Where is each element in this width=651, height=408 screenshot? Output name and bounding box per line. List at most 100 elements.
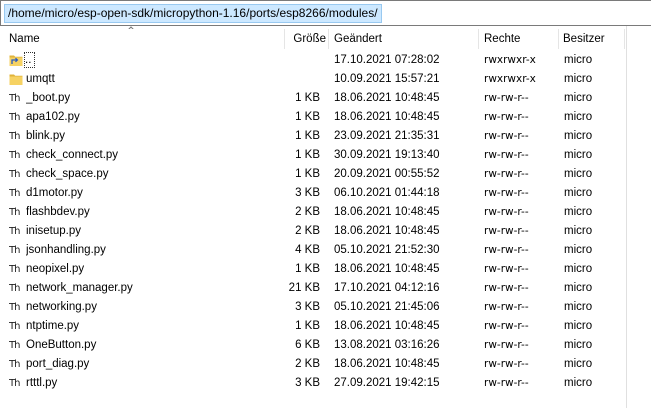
parent-folder-icon	[9, 51, 23, 70]
file-name: umqtt	[26, 73, 55, 85]
file-row[interactable]: Th jsonhandling.py 4 KB 05.10.2021 21:52:30…	[0, 241, 651, 260]
python-file-icon: Th	[9, 127, 23, 146]
file-permissions: rw-rw-r--	[484, 282, 529, 294]
python-file-icon: Th	[9, 260, 23, 279]
python-file-icon: Th	[9, 374, 23, 393]
file-permissions: rw-rw-r--	[484, 168, 529, 180]
file-owner: micro	[564, 263, 593, 275]
column-permissions[interactable]: Rechte	[484, 29, 554, 49]
python-file-icon: Th	[9, 146, 23, 165]
file-type-glyph: Th	[9, 321, 20, 332]
file-row[interactable]: Th blink.py 1 KB 23.09.2021 21:35:31 rw-rw-r…	[0, 127, 651, 146]
file-size: 3 KB	[295, 301, 320, 313]
file-modified: 18.06.2021 10:48:45	[334, 92, 440, 104]
python-file-icon: Th	[9, 203, 23, 222]
file-owner: micro	[564, 225, 593, 237]
file-permissions: rw-rw-r--	[484, 301, 529, 313]
file-type-glyph: Th	[9, 264, 20, 275]
file-row[interactable]: Th networking.py 3 KB 05.10.2021 21:45:06 rw…	[0, 298, 651, 317]
file-size: 2 KB	[295, 225, 320, 237]
file-size: 21 KB	[288, 282, 320, 294]
file-permissions: rw-rw-r--	[484, 92, 529, 104]
file-modified: 06.10.2021 01:44:18	[334, 187, 440, 199]
file-type-glyph: Th	[9, 283, 20, 294]
file-row[interactable]: Th _boot.py 1 KB 18.06.2021 10:48:45 rw-rw-r…	[0, 89, 651, 108]
file-row[interactable]: Th rtttl.py 3 KB 27.09.2021 19:42:15 rw-rw-r…	[0, 374, 651, 393]
file-row[interactable]: Th port_diag.py 2 KB 18.06.2021 10:48:45 rw-…	[0, 355, 651, 374]
file-row[interactable]: Th check_connect.py 1 KB 30.09.2021 19:13:4…	[0, 146, 651, 165]
file-type-glyph: Th	[9, 378, 20, 389]
file-type-glyph: Th	[9, 131, 20, 142]
file-type-glyph: Th	[9, 112, 20, 123]
file-permissions: rw-rw-r--	[484, 358, 529, 370]
file-owner: micro	[564, 73, 593, 85]
file-owner: micro	[564, 377, 593, 389]
file-owner: micro	[564, 301, 593, 313]
file-owner: micro	[564, 54, 593, 66]
file-modified: 30.09.2021 19:13:40	[334, 149, 440, 161]
file-size	[286, 70, 320, 89]
file-name: port_diag.py	[26, 358, 90, 370]
file-row[interactable]: umqtt 10.09.2021 15:57:21 rwxrwxr-x micro	[0, 70, 651, 89]
file-permissions: rw-rw-r--	[484, 130, 529, 142]
file-name: inisetup.py	[26, 225, 81, 237]
file-size: 3 KB	[295, 377, 320, 389]
column-divider[interactable]	[284, 29, 285, 49]
file-size: 4 KB	[295, 244, 320, 256]
column-owner[interactable]: Besitzer	[563, 29, 623, 49]
column-modified[interactable]: Geändert	[334, 29, 474, 49]
file-modified: 17.10.2021 07:28:02	[334, 54, 440, 66]
file-row[interactable]: Th flashbdev.py 2 KB 18.06.2021 10:48:45 rw-…	[0, 203, 651, 222]
file-row[interactable]: Th network_manager.py 21 KB 17.10.2021 04:1…	[0, 279, 651, 298]
file-name: d1motor.py	[26, 187, 83, 199]
file-size: 2 KB	[295, 358, 320, 370]
column-divider[interactable]	[328, 29, 329, 49]
file-modified: 18.06.2021 10:48:45	[334, 263, 440, 275]
python-file-icon: Th	[9, 165, 23, 184]
file-modified: 18.06.2021 10:48:45	[334, 320, 440, 332]
file-row[interactable]: Th ntptime.py 1 KB 18.06.2021 10:48:45 rw-rw…	[0, 317, 651, 336]
column-size[interactable]: Größe	[286, 29, 326, 49]
file-owner: micro	[564, 187, 593, 199]
file-permissions: rw-rw-r--	[484, 111, 529, 123]
file-size: 1 KB	[295, 263, 320, 275]
file-owner: micro	[564, 92, 593, 104]
file-modified: 13.08.2021 03:16:26	[334, 339, 440, 351]
file-permissions: rw-rw-r--	[484, 206, 529, 218]
file-size: 3 KB	[295, 187, 320, 199]
file-type-glyph: Th	[9, 169, 20, 180]
file-row[interactable]: Th OneButton.py 6 KB 13.08.2021 03:16:26 rw-…	[0, 336, 651, 355]
file-name: networking.py	[26, 301, 97, 313]
file-size: 1 KB	[295, 320, 320, 332]
path-text[interactable]: /home/micro/esp-open-sdk/micropython-1.1…	[4, 4, 382, 23]
column-name[interactable]: Name	[9, 29, 279, 49]
python-file-icon: Th	[9, 298, 23, 317]
file-owner: micro	[564, 130, 593, 142]
column-divider[interactable]	[624, 29, 625, 49]
file-size: 1 KB	[295, 130, 320, 142]
file-list: .. 17.10.2021 07:28:02 rwxrwxr-x micro umqtt…	[0, 49, 651, 408]
file-modified: 20.09.2021 00:55:52	[334, 168, 440, 180]
file-row[interactable]: Th check_space.py 1 KB 20.09.2021 00:55:52 r…	[0, 165, 651, 184]
file-name: blink.py	[26, 130, 65, 142]
file-name: neopixel.py	[26, 263, 85, 275]
file-row[interactable]: .. 17.10.2021 07:28:02 rwxrwxr-x micro	[0, 51, 651, 70]
file-row[interactable]: Th apa102.py 1 KB 18.06.2021 10:48:45 rw-rw-…	[0, 108, 651, 127]
file-row[interactable]: Th d1motor.py 3 KB 06.10.2021 01:44:18 rw-rw…	[0, 184, 651, 203]
column-divider[interactable]	[478, 29, 479, 49]
path-bar[interactable]: /home/micro/esp-open-sdk/micropython-1.1…	[0, 0, 651, 26]
file-row[interactable]: Th neopixel.py 1 KB 18.06.2021 10:48:45 rw-r…	[0, 260, 651, 279]
file-permissions: rwxrwxr-x	[484, 54, 536, 66]
file-modified: 05.10.2021 21:52:30	[334, 244, 440, 256]
column-divider[interactable]	[558, 29, 559, 49]
file-owner: micro	[564, 244, 593, 256]
file-name: apa102.py	[26, 111, 80, 123]
file-name: _boot.py	[26, 92, 71, 104]
python-file-icon: Th	[9, 89, 23, 108]
file-modified: 23.09.2021 21:35:31	[334, 130, 440, 142]
file-modified: 18.06.2021 10:48:45	[334, 358, 440, 370]
file-row[interactable]: Th inisetup.py 2 KB 18.06.2021 10:48:45 rw-r…	[0, 222, 651, 241]
file-name: ..	[24, 52, 35, 68]
file-modified: 18.06.2021 10:48:45	[334, 206, 440, 218]
file-type-glyph: Th	[9, 150, 20, 161]
